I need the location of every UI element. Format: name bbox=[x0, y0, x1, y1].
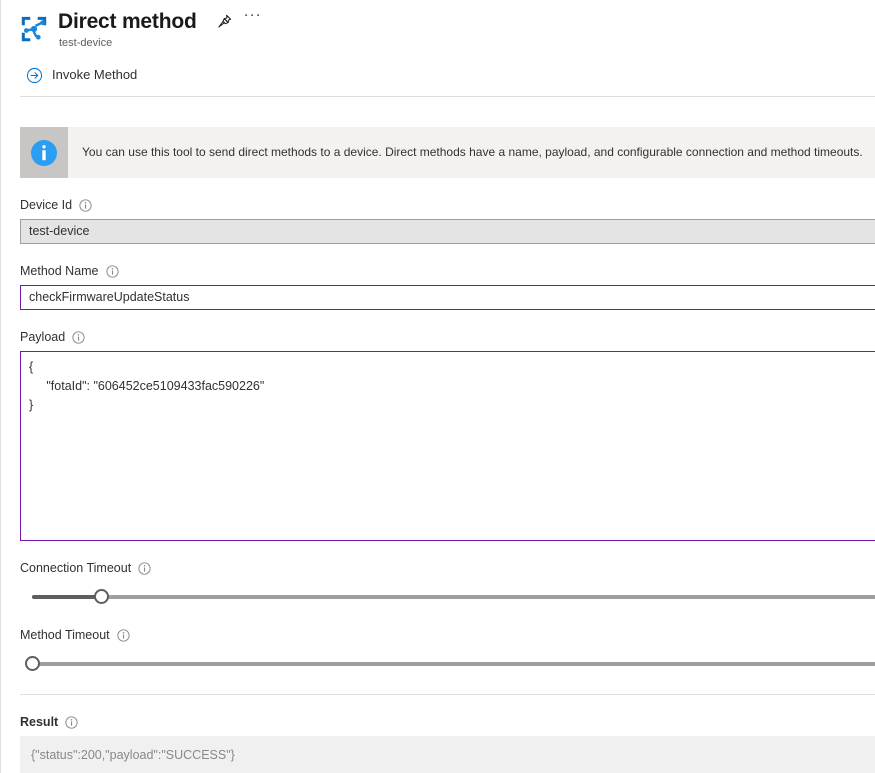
connection-timeout-label-row: Connection Timeout bbox=[20, 560, 875, 577]
connection-timeout-slider-track bbox=[32, 595, 875, 599]
connection-timeout-slider-thumb[interactable] bbox=[93, 589, 109, 604]
method-timeout-label: Method Timeout bbox=[20, 628, 110, 642]
connection-timeout-field: Connection Timeout bbox=[20, 560, 875, 608]
device-id-label: Device Id bbox=[20, 198, 73, 212]
payload-label: Payload bbox=[20, 330, 66, 344]
info-circle-icon[interactable] bbox=[72, 331, 85, 344]
page-title: Direct method bbox=[58, 10, 197, 33]
payload-textarea[interactable]: { "fotaId": "606452ce5109433fac590226" } bbox=[20, 351, 875, 541]
connection-timeout-slider[interactable] bbox=[20, 584, 875, 608]
info-banner: You can use this tool to send direct met… bbox=[20, 127, 875, 178]
device-id-field: Device Id test-device bbox=[20, 197, 875, 244]
device-id-label-row: Device Id bbox=[20, 197, 875, 214]
title-line: Direct method ··· bbox=[58, 7, 265, 35]
payload-field: Payload { "fotaId": "606452ce5109433fac5… bbox=[20, 329, 875, 541]
device-id-input[interactable]: test-device bbox=[20, 219, 875, 244]
info-banner-text: You can use this tool to send direct met… bbox=[82, 145, 863, 159]
blade-header: Direct method ··· test-device Invoke Met… bbox=[1, 0, 875, 97]
method-name-label-row: Method Name bbox=[20, 263, 875, 280]
method-name-label: Method Name bbox=[20, 264, 99, 278]
method-timeout-field: Method Timeout bbox=[20, 627, 875, 675]
title-block: Direct method ··· test-device bbox=[58, 7, 265, 51]
blade-subtitle: test-device bbox=[59, 37, 113, 49]
connection-timeout-slider-fill bbox=[32, 595, 102, 599]
invoke-method-button[interactable]: Invoke Method bbox=[26, 60, 137, 90]
payload-label-row: Payload bbox=[20, 329, 875, 346]
pin-icon[interactable] bbox=[213, 10, 237, 34]
arrow-circle-right-icon bbox=[26, 67, 43, 84]
result-label-row: Result bbox=[20, 714, 875, 731]
info-banner-icon-cell bbox=[20, 127, 68, 178]
info-circle-icon[interactable] bbox=[105, 265, 119, 278]
method-timeout-label-row: Method Timeout bbox=[20, 627, 875, 644]
info-circle-icon[interactable] bbox=[117, 629, 130, 642]
direct-method-blade: Direct method ··· test-device Invoke Met… bbox=[0, 0, 875, 773]
result-field: Result {"status":200,"payload":"SUCCESS"… bbox=[20, 714, 875, 773]
command-bar: Invoke Method bbox=[1, 60, 875, 90]
connection-timeout-label: Connection Timeout bbox=[20, 561, 132, 575]
method-timeout-slider[interactable] bbox=[20, 651, 875, 675]
method-timeout-slider-track bbox=[32, 662, 875, 666]
info-circle-icon[interactable] bbox=[79, 199, 92, 212]
info-circle-icon[interactable] bbox=[65, 716, 78, 729]
blade-content: You can use this tool to send direct met… bbox=[1, 88, 875, 773]
result-section-divider bbox=[20, 694, 875, 695]
invoke-method-label: Invoke Method bbox=[52, 67, 138, 82]
info-circle-icon[interactable] bbox=[138, 562, 151, 575]
method-name-field: Method Name checkFirmwareUpdateStatus bbox=[20, 263, 875, 310]
result-textarea[interactable]: {"status":200,"payload":"SUCCESS"} bbox=[20, 736, 875, 773]
info-filled-icon bbox=[30, 139, 58, 167]
result-label: Result bbox=[20, 715, 59, 729]
more-options-icon[interactable]: ··· bbox=[241, 7, 265, 34]
title-row: Direct method ··· test-device bbox=[1, 7, 875, 51]
iot-hub-device-icon bbox=[19, 14, 49, 44]
method-name-input[interactable]: checkFirmwareUpdateStatus bbox=[20, 285, 875, 310]
method-timeout-slider-thumb[interactable] bbox=[24, 656, 40, 671]
